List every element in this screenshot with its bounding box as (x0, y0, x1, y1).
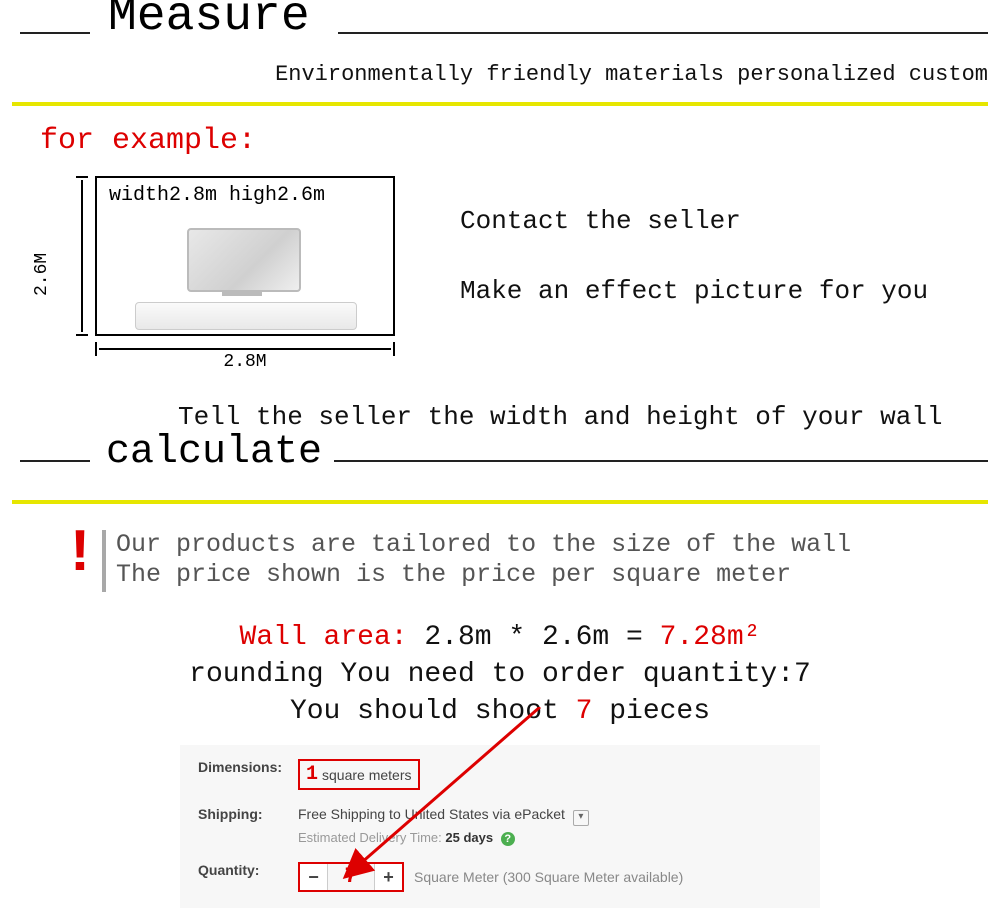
measure-header: Measure (0, 8, 1000, 48)
shipping-text-value: Free Shipping to United States via ePack… (298, 806, 565, 822)
area-result: 7.28m² (660, 622, 761, 653)
yellow-divider (12, 102, 988, 106)
shoot-qty: 7 (576, 696, 593, 727)
calculate-title: calculate (106, 430, 322, 475)
area-label: Wall area: (240, 622, 408, 653)
wall-dims-text: width2.8m high2.6m (109, 184, 325, 207)
rounding-qty: 7 (794, 659, 811, 690)
calc-line-right (334, 460, 988, 462)
shipping-days: 25 days (445, 830, 493, 845)
tell-seller-line: Tell the seller the width and height of … (178, 402, 1000, 432)
quantity-stepper[interactable]: − 7 + (298, 862, 404, 892)
contact-line-1: Contact the seller (460, 206, 928, 236)
help-icon[interactable]: ? (501, 832, 515, 846)
chevron-down-icon[interactable]: ▾ (573, 810, 589, 826)
area-line: Wall area: 2.8m * 2.6m = 7.28m² (0, 622, 1000, 653)
yellow-divider-2 (12, 500, 988, 504)
shipping-label: Shipping: (198, 806, 298, 822)
dimensions-unit: square meters (322, 767, 411, 783)
dimensions-select[interactable]: 1 square meters (298, 759, 420, 790)
dimensions-label: Dimensions: (198, 759, 298, 775)
shipping-text: Free Shipping to United States via ePack… (298, 806, 589, 826)
notice-bar (102, 530, 106, 592)
tv-stand-icon (222, 290, 262, 296)
header-line-right (338, 32, 988, 34)
area-expr: 2.8m * 2.6m = (408, 622, 660, 653)
wall-box: width2.8m high2.6m (95, 176, 395, 336)
shipping-sub-a: Estimated Delivery Time: (298, 830, 445, 845)
rounding-line: rounding You need to order quantity:7 (0, 659, 1000, 690)
order-panel: Dimensions: 1 square meters Shipping: Fr… (180, 745, 820, 908)
dimensions-one: 1 (306, 763, 318, 786)
contact-line-2: Make an effect picture for you (460, 276, 928, 306)
header-line-left (20, 32, 90, 34)
vertical-dim-label: 2.6M (32, 253, 52, 296)
measure-title: Measure (108, 0, 310, 44)
notice-text: Our products are tailored to the size of… (116, 530, 851, 592)
for-example-label: for example: (40, 124, 1000, 158)
horizontal-dimension: 2.8M (95, 340, 395, 380)
rounding-text: rounding You need to order quantity: (189, 659, 794, 690)
example-row: 2.6M width2.8m high2.6m 2.8M Contact the… (0, 176, 1000, 386)
calc-line-left (20, 460, 90, 462)
shipping-subtext: Estimated Delivery Time: 25 days ? (298, 830, 589, 846)
subtitle: Environmentally friendly materials perso… (275, 62, 988, 87)
quantity-label: Quantity: (198, 862, 298, 878)
calculate-header: calculate (0, 440, 1000, 480)
notice-line-2: The price shown is the price per square … (116, 560, 851, 590)
dimensions-row: Dimensions: 1 square meters (198, 759, 802, 790)
quantity-value: 7 (328, 864, 374, 890)
shipping-row: Shipping: Free Shipping to United States… (198, 806, 802, 846)
shoot-text-b: pieces (592, 696, 710, 727)
quantity-row: Quantity: − 7 + Square Meter (300 Square… (198, 862, 802, 892)
shoot-line: You should shoot 7 pieces (0, 696, 1000, 727)
quantity-note: Square Meter (300 Square Meter available… (414, 869, 683, 885)
vertical-dimension: 2.6M (40, 176, 90, 336)
quantity-plus-button[interactable]: + (374, 864, 402, 890)
horizontal-dim-label: 2.8M (95, 352, 395, 372)
notice-line-1: Our products are tailored to the size of… (116, 530, 851, 560)
shoot-text-a: You should shoot (290, 696, 576, 727)
notice-block: ! Our products are tailored to the size … (62, 530, 1000, 592)
cabinet-icon (135, 302, 357, 330)
exclamation-icon: ! (62, 530, 98, 592)
calculation-lines: Wall area: 2.8m * 2.6m = 7.28m² rounding… (0, 622, 1000, 727)
wall-diagram: 2.6M width2.8m high2.6m 2.8M (40, 176, 420, 386)
quantity-minus-button[interactable]: − (300, 864, 328, 890)
tv-icon (187, 228, 301, 292)
contact-block: Contact the seller Make an effect pictur… (460, 206, 928, 346)
